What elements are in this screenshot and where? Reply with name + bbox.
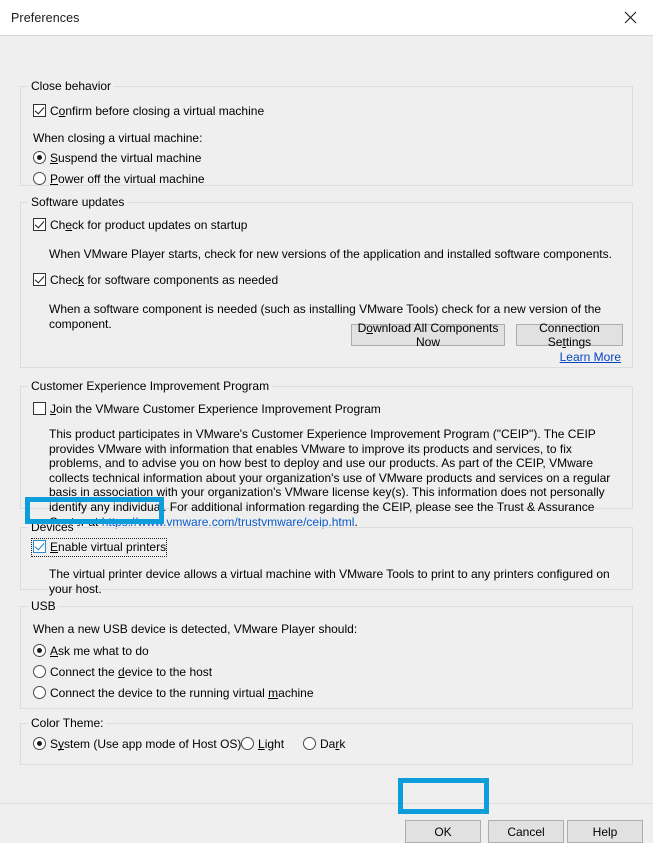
radio-power-off-virtual-machine-dot[interactable] — [33, 172, 46, 185]
radio-ask-me-what-to-do-dot[interactable] — [33, 644, 46, 657]
radio-connect-device-to-host[interactable]: Connect the device to the host — [33, 665, 212, 679]
radio-power-off-virtual-machine[interactable]: Power off the virtual machine — [33, 172, 205, 186]
radio-power-off-virtual-machine-label: Power off the virtual machine — [50, 172, 205, 186]
cancel-button[interactable]: Cancel — [488, 820, 564, 843]
checkbox-confirm-before-closing-label: Confirm before closing a virtual machine — [50, 104, 265, 118]
group-devices: Devices Enable virtual printers The virt… — [20, 520, 633, 596]
radio-connect-device-to-host-label: Connect the device to the host — [50, 665, 213, 679]
checkbox-join-ceip-box[interactable] — [33, 402, 46, 415]
close-icon[interactable] — [607, 0, 653, 35]
ok-button[interactable]: OK — [405, 820, 481, 843]
radio-ask-me-what-to-do-label: Ask me what to do — [50, 644, 149, 658]
radio-theme-system-label: System (Use app mode of Host OS) — [50, 737, 242, 751]
checkbox-check-software-components[interactable]: Check for software components as needed — [33, 273, 278, 287]
radio-theme-system-dot[interactable] — [33, 737, 46, 750]
group-color-theme: Color Theme: System (Use app mode of Hos… — [20, 716, 633, 765]
checkbox-check-product-updates-label: Check for product updates on startup — [50, 218, 248, 232]
ceip-paragraph: This product participates in VMware's Cu… — [49, 427, 621, 529]
window-titlebar: Preferences — [0, 0, 653, 36]
radio-theme-dark-label: Dark — [320, 737, 346, 751]
checkbox-check-product-updates[interactable]: Check for product updates on startup — [33, 218, 247, 232]
checkbox-check-software-components-label: Check for software components as needed — [50, 273, 279, 287]
download-all-components-button[interactable]: Download All Components Now — [351, 321, 505, 349]
checkbox-enable-virtual-printers-box[interactable] — [33, 540, 46, 553]
download-all-components-label: Download All Components Now — [357, 321, 499, 349]
radio-theme-light-label: Light — [258, 737, 285, 751]
devices-description: The virtual printer device allows a virt… — [49, 567, 610, 596]
checkbox-enable-virtual-printers[interactable]: Enable virtual printers — [33, 540, 166, 554]
connection-settings-label: Connection Settings — [539, 321, 600, 349]
annotation-highlight-ok-button — [398, 778, 489, 814]
group-usb: USB When a new USB device is detected, V… — [20, 599, 633, 709]
radio-connect-device-to-vm[interactable]: Connect the device to the running virtua… — [33, 686, 314, 700]
radio-suspend-virtual-machine-dot[interactable] — [33, 151, 46, 164]
radio-connect-device-to-host-dot[interactable] — [33, 665, 46, 678]
checkbox-confirm-before-closing-box[interactable] — [33, 104, 46, 117]
checkbox-join-ceip-label: Join the VMware Customer Experience Impr… — [50, 402, 381, 416]
connection-settings-button[interactable]: Connection Settings — [516, 321, 623, 349]
checkbox-check-product-updates-box[interactable] — [33, 218, 46, 231]
footer-separator — [0, 803, 653, 804]
close-behavior-prompt: When closing a virtual machine: — [33, 131, 203, 145]
window-title: Preferences — [11, 10, 80, 25]
group-ceip: Customer Experience Improvement Program … — [20, 379, 633, 529]
radio-ask-me-what-to-do[interactable]: Ask me what to do — [33, 644, 149, 658]
radio-theme-dark-dot[interactable] — [303, 737, 316, 750]
radio-theme-system[interactable]: System (Use app mode of Host OS) — [33, 737, 241, 751]
radio-suspend-virtual-machine[interactable]: Suspend the virtual machine — [33, 151, 201, 165]
checkbox-check-software-components-box[interactable] — [33, 273, 46, 286]
radio-connect-device-to-vm-dot[interactable] — [33, 686, 46, 699]
radio-theme-dark[interactable]: Dark — [303, 737, 345, 751]
product-updates-description: When VMware Player starts, check for new… — [49, 247, 612, 261]
checkbox-enable-virtual-printers-label: Enable virtual printers — [50, 540, 167, 554]
radio-theme-light[interactable]: Light — [241, 737, 284, 751]
radio-connect-device-to-vm-label: Connect the device to the running virtua… — [50, 686, 314, 700]
group-close-behavior: Close behavior Confirm before closing a … — [20, 79, 633, 186]
learn-more-link[interactable]: Learn More — [560, 350, 621, 365]
ceip-paragraph-text: This product participates in VMware's Cu… — [49, 427, 611, 529]
checkbox-join-ceip[interactable]: Join the VMware Customer Experience Impr… — [33, 402, 381, 416]
radio-suspend-virtual-machine-label: Suspend the virtual machine — [50, 151, 202, 165]
radio-theme-light-dot[interactable] — [241, 737, 254, 750]
checkbox-confirm-before-closing[interactable]: Confirm before closing a virtual machine — [33, 104, 264, 118]
group-software-updates: Software updates Check for product updat… — [20, 195, 633, 368]
usb-prompt: When a new USB device is detected, VMwar… — [33, 622, 358, 636]
help-button[interactable]: Help — [567, 820, 643, 843]
